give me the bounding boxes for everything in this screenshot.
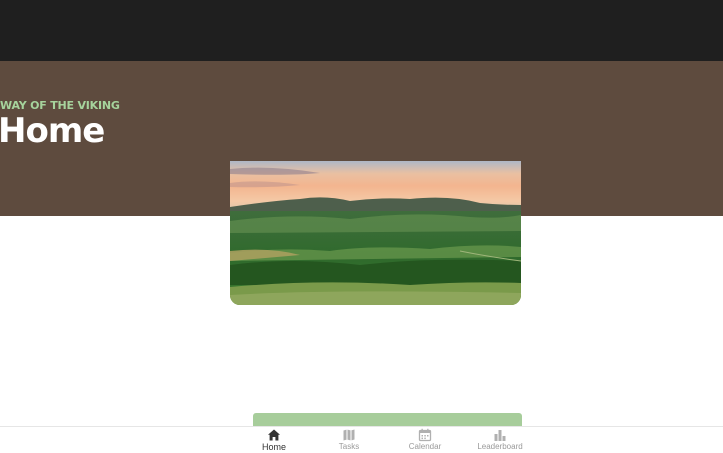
tab-home[interactable]: Home <box>236 427 312 453</box>
home-icon <box>268 429 280 441</box>
tab-home-label: Home <box>261 442 286 452</box>
bottom-tab-bar: Home Tasks Calendar Leaderboard <box>0 426 723 453</box>
bar-chart-icon <box>494 430 506 441</box>
tab-tasks[interactable]: Tasks <box>311 427 387 453</box>
tab-leaderboard[interactable]: Leaderboard <box>462 427 538 453</box>
page-title: Home <box>0 111 105 151</box>
calendar-icon <box>418 428 432 442</box>
tab-leaderboard-label: Leaderboard <box>477 442 523 451</box>
tab-calendar-label: Calendar <box>408 442 442 451</box>
hero-image <box>230 161 521 305</box>
tab-tasks-label: Tasks <box>338 442 360 451</box>
tab-calendar[interactable]: Calendar <box>387 427 463 453</box>
map-icon <box>343 429 355 441</box>
top-bar <box>0 0 723 61</box>
landscape-image <box>230 161 521 305</box>
